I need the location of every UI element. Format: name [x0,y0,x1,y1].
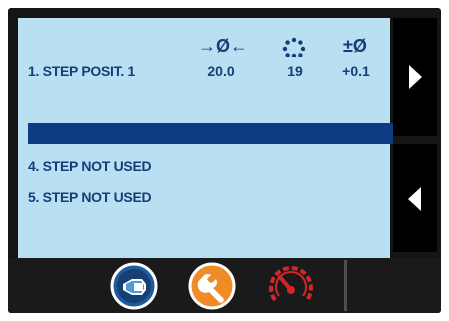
settings-wrench-button[interactable] [188,262,236,310]
bottom-toolbar [8,258,441,313]
step-row-1-count: 19 [287,63,303,79]
tool-workpiece-icon [110,262,158,310]
step-row-1-label[interactable]: 1. STEP POSIT. 1 [28,63,135,79]
diameter-header: →Ø← [198,36,249,56]
toolbar-divider [344,260,347,311]
machine-display: →Ø← ±Ø 1. STEP POSIT. 1 20.0 19 +0.1 4. … [8,8,441,313]
step-row-4-label[interactable]: 4. STEP NOT USED [28,158,152,174]
chevron-left-icon [408,187,421,211]
step-row-1-diameter: 20.0 [207,63,235,79]
chevron-right-icon [409,65,422,89]
page-next-button[interactable] [393,18,437,136]
tolerance-header: ±Ø [343,36,367,56]
speed-gauge-icon [269,266,313,302]
page-prev-button[interactable] [393,144,437,252]
step-list-panel: →Ø← ±Ø 1. STEP POSIT. 1 20.0 19 +0.1 4. … [18,18,393,258]
tool-workpiece-button[interactable] [110,262,158,310]
dotted-circle-icon [282,37,306,57]
selection-bar[interactable] [28,123,393,144]
step-row-5-label[interactable]: 5. STEP NOT USED [28,189,152,205]
speed-gauge-button[interactable] [267,262,315,310]
wrench-icon [188,262,236,310]
step-row-1-tolerance: +0.1 [342,63,370,79]
